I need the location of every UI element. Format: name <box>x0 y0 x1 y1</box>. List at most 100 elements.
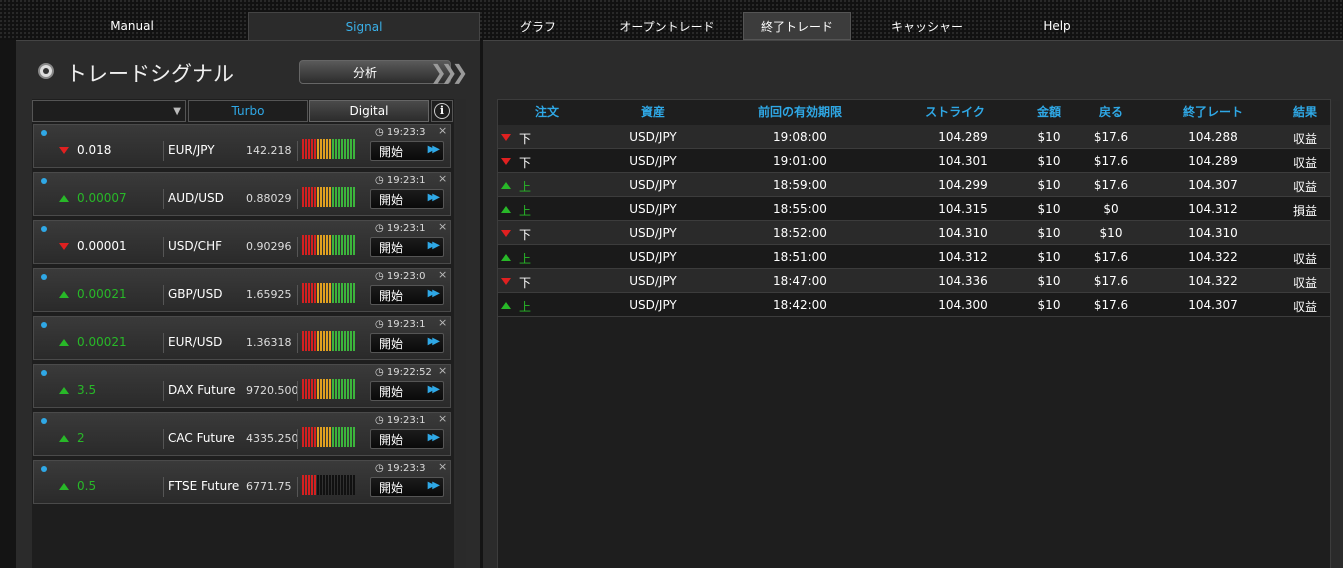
signal-rate: 1.65925 <box>246 288 292 301</box>
start-button[interactable]: 開始 ▶▶ <box>370 381 444 401</box>
signal-row[interactable]: ◷ 19:23:1 × 0.00021 EUR/USD 1.36318 開始 ▶▶ <box>33 316 451 360</box>
clock-icon: ◷ <box>375 319 384 330</box>
cell-order: 上 <box>518 252 532 266</box>
start-button[interactable]: 開始 ▶▶ <box>370 333 444 353</box>
strength-bar <box>338 187 340 207</box>
cell-amount: $10 <box>1037 250 1061 264</box>
close-icon[interactable]: × <box>438 268 447 281</box>
close-icon[interactable]: × <box>438 172 447 185</box>
tab-cashier[interactable]: キャッシャー <box>876 12 978 40</box>
cell-strike: 104.300 <box>938 298 988 312</box>
strength-bar <box>305 331 307 351</box>
start-button[interactable]: 開始 ▶▶ <box>370 141 444 161</box>
tab-help[interactable]: Help <box>1022 12 1092 40</box>
close-icon[interactable]: × <box>438 412 447 425</box>
strength-bar <box>335 187 337 207</box>
strength-bar <box>344 283 346 303</box>
cell-amount: $10 <box>1037 178 1061 192</box>
close-icon[interactable]: × <box>438 460 447 473</box>
signal-radio-button[interactable] <box>38 63 54 79</box>
divider <box>163 189 164 209</box>
cell-close-rate: 104.288 <box>1188 130 1238 144</box>
close-icon[interactable]: × <box>438 316 447 329</box>
start-button[interactable]: 開始 ▶▶ <box>370 237 444 257</box>
signal-row[interactable]: ◷ 19:23:3 × 0.018 EUR/JPY 142.218 開始 ▶▶ <box>33 124 451 168</box>
strength-bar <box>341 235 343 255</box>
cell-close-rate: 104.289 <box>1188 154 1238 168</box>
table-row[interactable]: 下 USD/JPY 18:47:00 104.336 $10 $17.6 104.322 収益 <box>498 269 1330 293</box>
strength-bar <box>341 427 343 447</box>
status-dot-icon <box>41 418 47 424</box>
strength-bar <box>314 283 316 303</box>
strength-bar <box>314 379 316 399</box>
close-icon[interactable]: × <box>438 124 447 137</box>
tab-chart[interactable]: グラフ <box>498 12 578 40</box>
strength-bar <box>305 283 307 303</box>
start-button[interactable]: 開始 ▶▶ <box>370 429 444 449</box>
strength-bar <box>308 139 310 159</box>
clock-icon: ◷ <box>375 175 384 186</box>
signal-row[interactable]: ◷ 19:23:1 × 0.00007 AUD/USD 0.88029 開始 ▶▶ <box>33 172 451 216</box>
close-icon[interactable]: × <box>438 364 447 377</box>
table-row[interactable]: 上 USD/JPY 18:55:00 104.315 $10 $0 104.312 損益 <box>498 197 1330 221</box>
signal-asset: EUR/USD <box>168 335 223 349</box>
asset-filter-dropdown[interactable]: ▼ <box>32 100 186 122</box>
signal-row[interactable]: ◷ 19:22:52 × 3.5 DAX Future 9720.500 開始 ▶▶ <box>33 364 451 408</box>
strength-bar <box>320 283 322 303</box>
arrow-down-icon <box>501 134 511 141</box>
signal-change: 0.00021 <box>77 335 127 349</box>
table-row[interactable]: 下 USD/JPY 19:08:00 104.289 $10 $17.6 104.288 収益 <box>498 125 1330 149</box>
strength-bar <box>350 427 352 447</box>
strength-bar <box>344 475 346 495</box>
table-row[interactable]: 下 USD/JPY 18:52:00 104.310 $10 $10 104.310 <box>498 221 1330 245</box>
strength-bar <box>314 187 316 207</box>
arrow-up-icon <box>501 302 511 309</box>
divider <box>163 381 164 401</box>
table-row[interactable]: 上 USD/JPY 18:51:00 104.312 $10 $17.6 104.322 収益 <box>498 245 1330 269</box>
status-dot-icon <box>41 322 47 328</box>
cell-order: 下 <box>518 132 532 146</box>
table-row[interactable]: 上 USD/JPY 18:59:00 104.299 $10 $17.6 104.307 収益 <box>498 173 1330 197</box>
strength-bar <box>323 139 325 159</box>
signal-rate: 4335.250 <box>246 432 299 445</box>
signal-row[interactable]: ◷ 19:23:3 × 0.5 FTSE Future 6771.75 開始 ▶▶ <box>33 460 451 504</box>
cell-close-rate: 104.307 <box>1188 178 1238 192</box>
strength-bar <box>323 283 325 303</box>
signal-row[interactable]: ◷ 19:23:1 × 2 CAC Future 4335.250 開始 ▶▶ <box>33 412 451 456</box>
tab-closed-trades[interactable]: 終了トレード <box>743 12 851 40</box>
table-row[interactable]: 上 USD/JPY 18:42:00 104.300 $10 $17.6 104.307 収益 <box>498 293 1330 317</box>
fast-forward-icon: ▶▶ <box>427 480 441 491</box>
start-button[interactable]: 開始 ▶▶ <box>370 285 444 305</box>
strength-bar <box>302 187 304 207</box>
filter-digital[interactable]: Digital <box>309 100 429 122</box>
analyze-button[interactable]: 分析 <box>299 60 451 84</box>
close-icon[interactable]: × <box>438 220 447 233</box>
clock-icon: ◷ <box>375 367 384 378</box>
signal-row[interactable]: ◷ 19:23:1 × 0.00001 USD/CHF 0.90296 開始 ▶▶ <box>33 220 451 264</box>
strength-bar <box>347 139 349 159</box>
fast-forward-icon: ▶▶ <box>427 144 441 155</box>
tab-signal[interactable]: Signal <box>248 12 480 40</box>
signal-scrollbar[interactable] <box>456 99 466 568</box>
table-row[interactable]: 下 USD/JPY 19:01:00 104.301 $10 $17.6 104.289 収益 <box>498 149 1330 173</box>
strength-bar <box>326 379 328 399</box>
start-button[interactable]: 開始 ▶▶ <box>370 189 444 209</box>
tab-manual[interactable]: Manual <box>66 12 198 40</box>
strength-bar <box>305 427 307 447</box>
trades-scrollbar[interactable] <box>1332 101 1340 568</box>
start-label: 開始 <box>379 336 404 351</box>
fast-forward-icon: ▶▶ <box>427 288 441 299</box>
arrow-up-icon <box>59 435 69 442</box>
strength-bar <box>326 235 328 255</box>
expiry-time-label: 19:23:3 <box>386 127 426 138</box>
start-label: 開始 <box>379 240 404 255</box>
filter-turbo[interactable]: Turbo <box>188 100 308 122</box>
cell-close-rate: 104.322 <box>1188 250 1238 264</box>
cell-result: 収益 <box>1292 252 1318 266</box>
strength-bar <box>326 283 328 303</box>
info-icon[interactable]: i <box>431 100 453 122</box>
signal-row[interactable]: ◷ 19:23:0 × 0.00021 GBP/USD 1.65925 開始 ▶▶ <box>33 268 451 312</box>
cell-result: 収益 <box>1292 132 1318 146</box>
tab-open-trades[interactable]: オープントレード <box>606 12 728 40</box>
start-button[interactable]: 開始 ▶▶ <box>370 477 444 497</box>
